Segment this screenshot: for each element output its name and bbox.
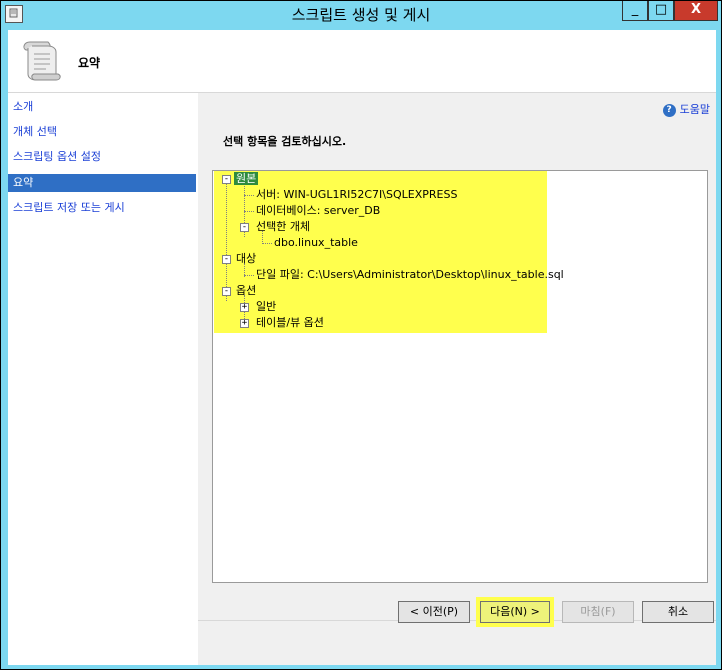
minimize-button[interactable]: _ <box>622 1 648 21</box>
tree-node-database[interactable]: 데이터베이스: server_DB <box>256 204 380 218</box>
scroll-icon <box>23 41 61 81</box>
tree-node-general[interactable]: 일반 <box>256 300 276 314</box>
wizard-sidebar: 소개 개체 선택 스크립팅 옵션 설정 요약 스크립트 저장 또는 게시 <box>8 93 198 665</box>
collapse-selected-objects-toggle[interactable]: - <box>240 223 249 232</box>
help-icon: ? <box>662 103 676 117</box>
sidebar-item-save-or-publish[interactable]: 스크립트 저장 또는 게시 <box>8 199 196 217</box>
expand-general-toggle[interactable]: + <box>240 303 249 312</box>
expand-table-view-toggle[interactable]: + <box>240 319 249 328</box>
collapse-target-toggle[interactable]: - <box>222 255 231 264</box>
page-title: 요약 <box>78 56 101 70</box>
main-panel: ? 도움말 선택 항목을 검토하십시오. - 원본 서버: WIN-UGL1RI5… <box>198 93 716 665</box>
tree-connector <box>226 183 227 301</box>
page-header: 요약 <box>8 30 716 93</box>
help-label: 도움말 <box>679 103 710 116</box>
cancel-button[interactable]: 취소 <box>642 601 714 623</box>
sidebar-item-scripting-options[interactable]: 스크립팅 옵션 설정 <box>8 148 196 166</box>
title-bar[interactable]: 스크립트 생성 및 게시 _ □ X <box>1 1 721 29</box>
close-button[interactable]: X <box>674 1 718 21</box>
tree-node-source[interactable]: 원본 <box>234 172 259 186</box>
tree-connector <box>262 243 272 244</box>
tree-connector <box>244 211 254 212</box>
help-link[interactable]: ? 도움말 <box>662 101 710 117</box>
next-button[interactable]: 다음(N) > <box>480 601 550 623</box>
wizard-window: 스크립트 생성 및 게시 _ □ X 요약 소개 개체 선택 스크립팅 옵션 설… <box>0 0 722 670</box>
tree-node-object[interactable]: dbo.linux_table <box>274 236 358 250</box>
maximize-button[interactable]: □ <box>648 1 674 21</box>
sidebar-item-intro[interactable]: 소개 <box>8 98 196 116</box>
finish-button[interactable]: 마침(F) <box>562 601 634 623</box>
prev-button[interactable]: < 이전(P) <box>398 601 470 623</box>
tree-node-file[interactable]: 단일 파일: C:\Users\Administrator\Desktop\li… <box>256 268 564 282</box>
collapse-options-toggle[interactable]: - <box>222 287 231 296</box>
tree-node-target[interactable]: 대상 <box>236 252 256 266</box>
collapse-source-toggle[interactable]: - <box>222 175 231 184</box>
wizard-client: 요약 소개 개체 선택 스크립팅 옵션 설정 요약 스크립트 저장 또는 게시 … <box>8 30 716 665</box>
tree-node-selected-objects[interactable]: 선택한 개체 <box>256 220 310 234</box>
tree-node-table-view[interactable]: 테이블/뷰 옵션 <box>256 316 324 330</box>
tree-connector <box>244 275 254 276</box>
instruction-text: 선택 항목을 검토하십시오. <box>223 135 347 148</box>
window-title: 스크립트 생성 및 게시 <box>291 6 431 24</box>
sidebar-item-summary[interactable]: 요약 <box>8 174 196 192</box>
tree-node-options[interactable]: 옵션 <box>236 284 256 298</box>
tree-connector <box>244 195 254 196</box>
sidebar-item-choose-objects[interactable]: 개체 선택 <box>8 123 196 141</box>
tree-node-server[interactable]: 서버: WIN-UGL1RI52C7I\SQLEXPRESS <box>256 188 457 202</box>
summary-tree[interactable]: - 원본 서버: WIN-UGL1RI52C7I\SQLEXPRESS 데이터베… <box>212 170 708 583</box>
